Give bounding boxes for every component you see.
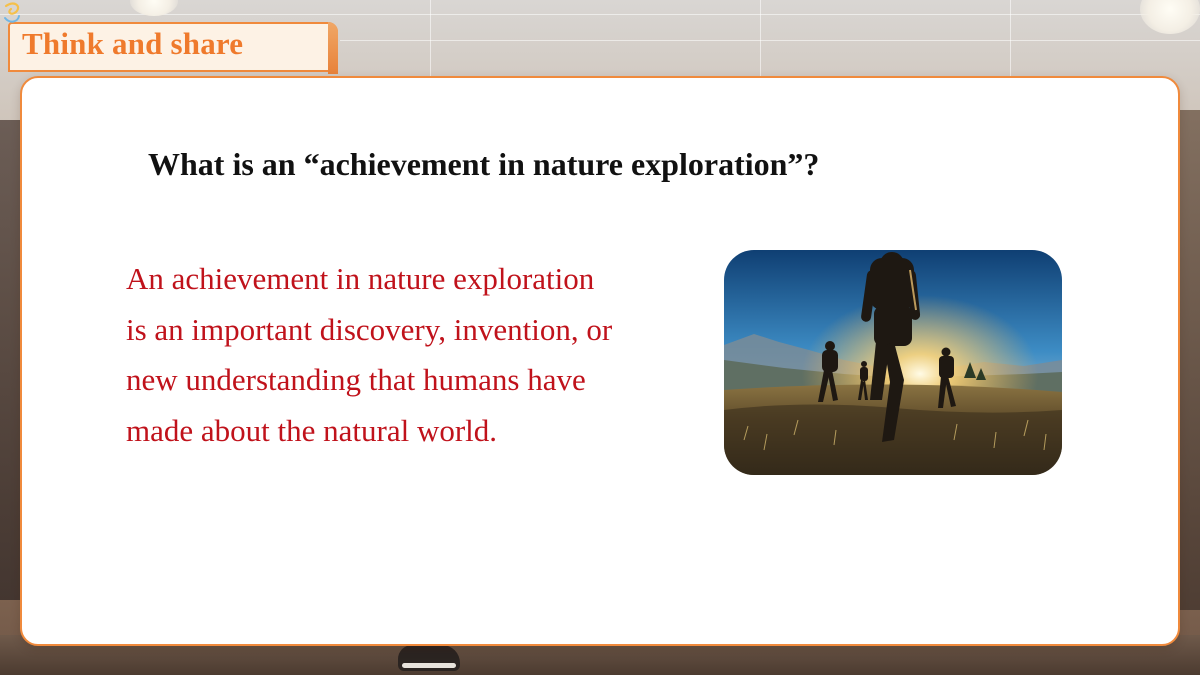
question-heading: What is an “achievement in nature explor… (148, 146, 820, 182)
ceiling-line (340, 40, 1200, 41)
ceiling-line (0, 14, 1200, 15)
swirl-icon (4, 2, 20, 23)
ceiling-lamp (1140, 0, 1200, 34)
hikers-photo (724, 250, 1062, 475)
ceiling-line (1010, 0, 1011, 76)
answer-line: made about the natural world. (126, 412, 498, 448)
answer-line: An achievement in nature exploration (126, 261, 595, 296)
shoe (398, 645, 460, 671)
answer-text: An achievement in nature exploration is … (126, 254, 696, 456)
ceiling-line (430, 0, 431, 76)
ceiling-line (760, 0, 761, 76)
answer-line: is an important discovery, invention, or (126, 311, 613, 347)
answer-line: new understanding that humans have (126, 362, 586, 397)
page-title: Think and share (22, 26, 244, 61)
